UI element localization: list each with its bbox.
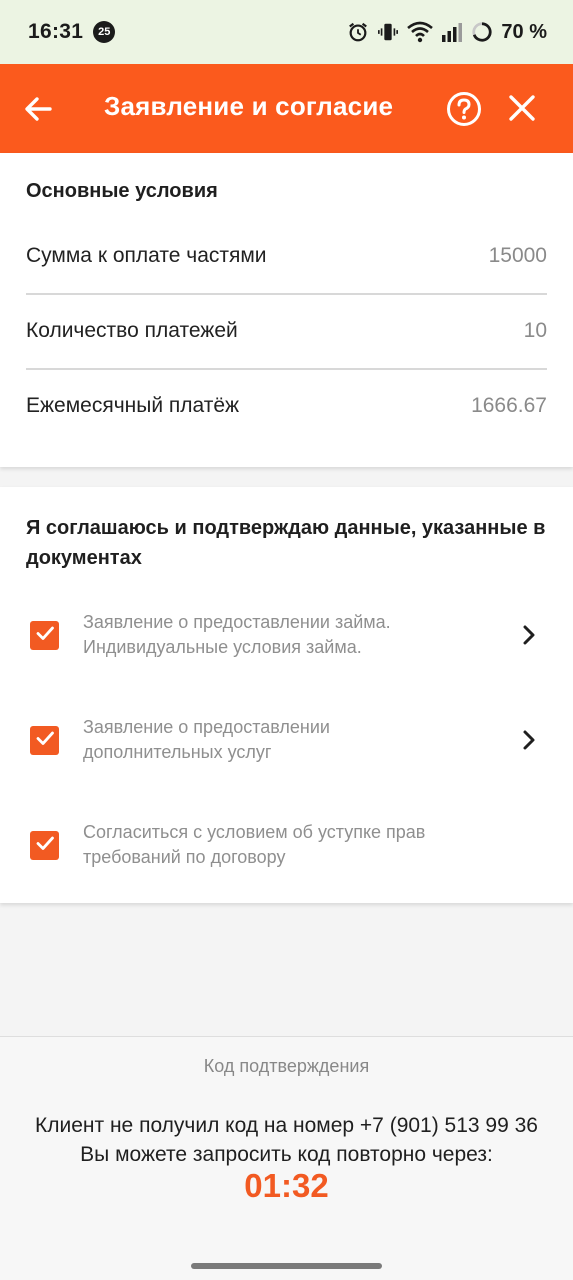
loan-application-checkbox[interactable] [30,621,59,650]
status-time: 16:31 [28,20,84,43]
loan-application-link[interactable]: Заявление о предоставлении займа. Индиви… [83,610,493,660]
additional-services-checkbox[interactable] [30,726,59,755]
list-item-line: Согласиться с условием об уступке прав [83,822,426,842]
chevron-right-icon[interactable] [518,729,540,751]
chevron-right-icon[interactable] [518,624,540,646]
agreement-card: Я соглашаюсь и подтверждаю данные, указа… [0,487,573,903]
alarm-icon [347,21,369,43]
checkmark-icon [34,727,56,754]
divider [26,293,547,295]
arrow-left-icon[interactable] [22,92,56,126]
question-circle-icon[interactable] [446,91,482,127]
vibrate-icon [377,21,399,43]
additional-services-link[interactable]: Заявление о предоставлении дополнительны… [83,715,493,765]
amount-label: Сумма к оплате частями [26,244,267,267]
signal-icon [441,21,463,43]
list-item-line: дополнительных услуг [83,742,272,762]
confirmation-code-label: Код подтверждения [203,1056,370,1076]
resend-timer: 01:32 [244,1167,329,1204]
wifi-icon [407,21,434,43]
conditions-title: Основные условия [26,180,218,202]
checkmark-icon [34,622,56,649]
assignment-consent-text: Согласиться с условием об уступке прав т… [83,820,493,870]
confirmation-panel: Код подтверждения Клиент не получил код … [0,1036,573,1280]
resend-message-line: Вы можете запросить код повторно через: [80,1143,493,1166]
battery-ring-icon [471,21,493,43]
list-item-line: Заявление о предоставлении [83,717,330,737]
list-item-line: требований по договору [83,847,286,867]
notification-badge: 25 [93,21,116,43]
home-indicator[interactable] [191,1263,382,1269]
assignment-consent-checkbox[interactable] [30,831,59,860]
list-item-line: Индивидуальные условия займа. [83,637,362,657]
list-item-line: Заявление о предоставлении займа. [83,612,391,632]
battery-percent: 70 % [501,20,547,43]
payments-count-label: Количество платежей [26,319,238,342]
resend-message-line: Клиент не получил код на номер +7 (901) … [35,1114,538,1137]
divider [26,368,547,370]
amount-value: 15000 [488,244,547,267]
payments-count-value: 10 [523,319,547,342]
page-title: Заявление и согласие [104,91,394,121]
conditions-card: Основные условия Сумма к оплате частями … [0,153,573,467]
agreement-title: Я соглашаюсь и подтверждаю данные, указа… [26,517,546,569]
monthly-payment-value: 1666.67 [471,394,547,417]
close-icon[interactable] [507,93,537,123]
monthly-payment-label: Ежемесячный платёж [26,394,240,417]
checkmark-icon [34,832,56,859]
resend-message: Клиент не получил код на номер +7 (901) … [0,1111,573,1169]
app-bar: Заявление и согласие [0,64,573,153]
status-bar: 16:31 25 70 % [0,0,573,64]
